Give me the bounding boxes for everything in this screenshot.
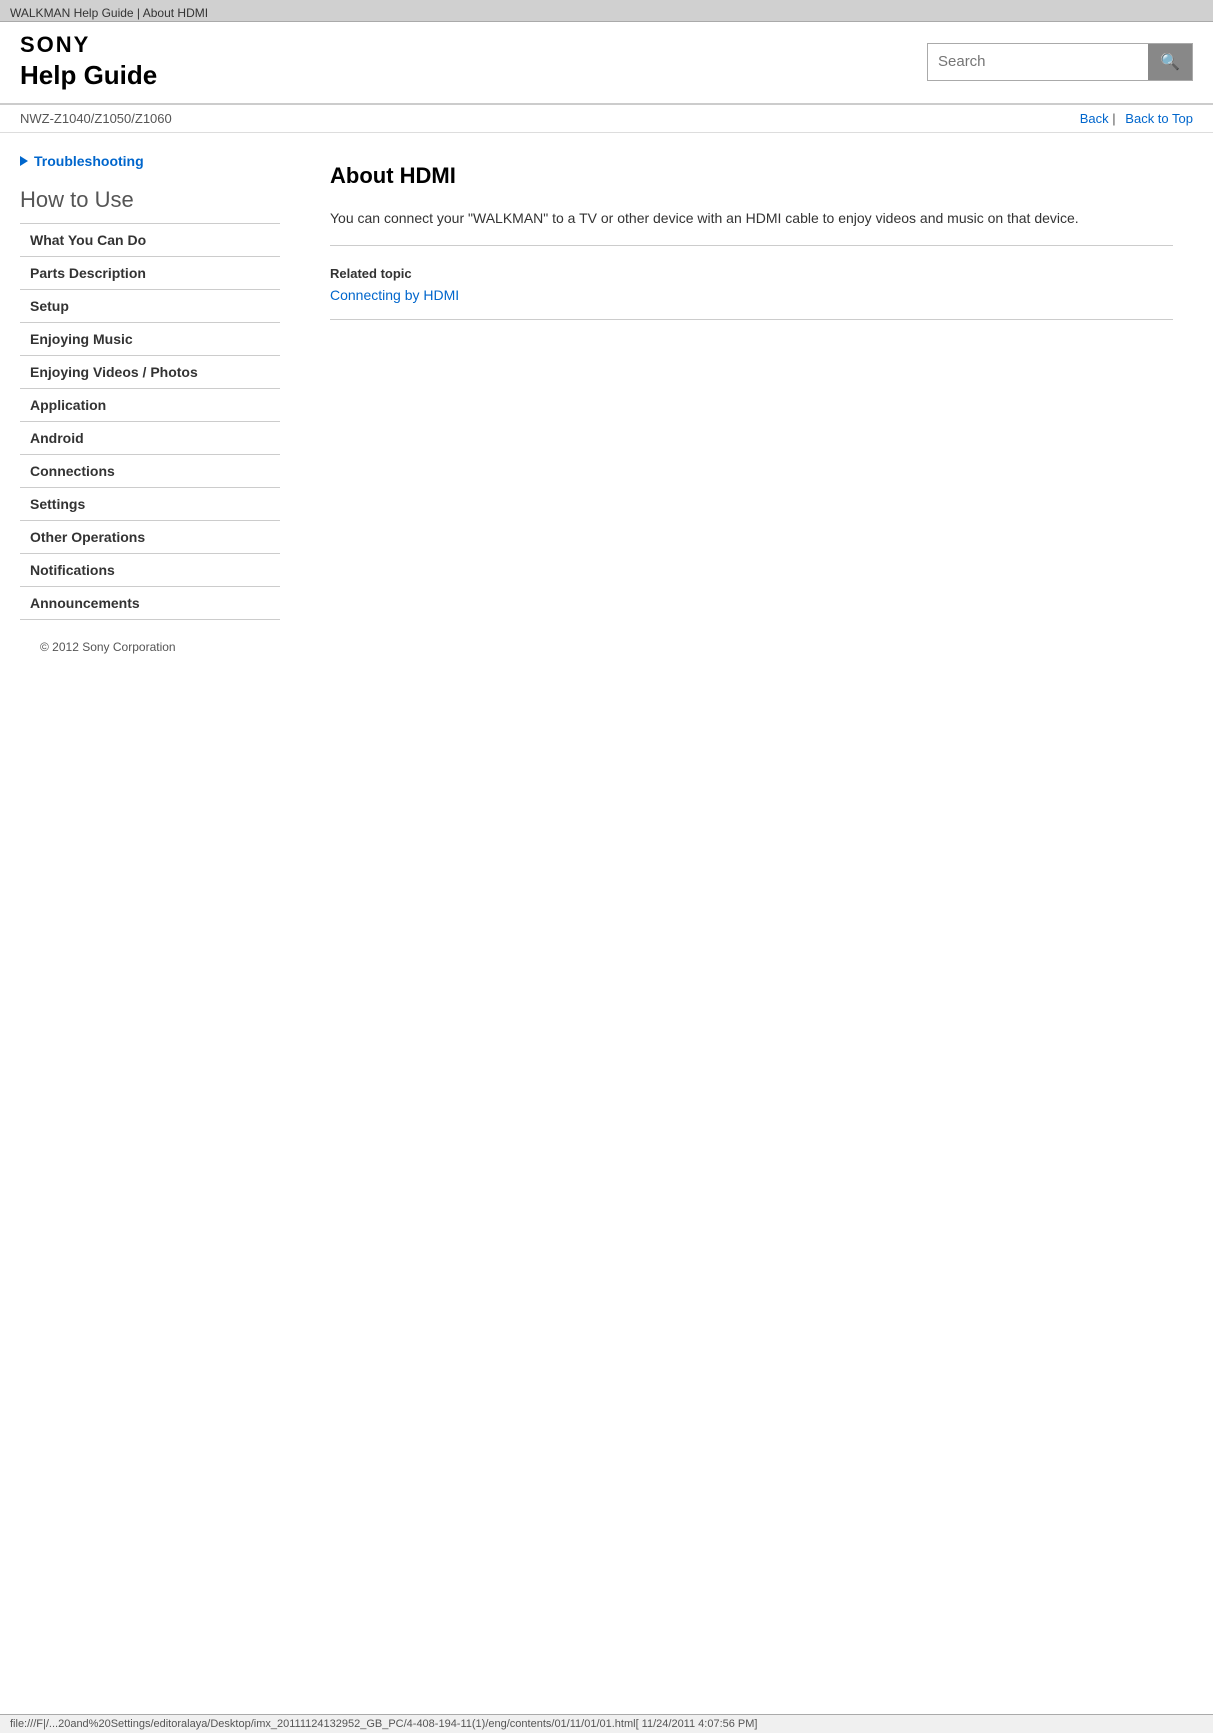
content-paragraph: You can connect your "WALKMAN" to a TV o… [330, 207, 1173, 229]
related-topic-link[interactable]: Connecting by HDMI [330, 287, 459, 303]
sidebar: Troubleshooting How to Use What You Can … [20, 133, 300, 684]
sidebar-link-application[interactable]: Application [30, 397, 270, 413]
sidebar-item-android[interactable]: Android [20, 421, 280, 454]
sidebar-item-application[interactable]: Application [20, 388, 280, 421]
status-bar-text: file:///F|/...20and%20Settings/editorala… [10, 1718, 757, 1730]
browser-tab: WALKMAN Help Guide | About HDMI [0, 0, 1213, 22]
sidebar-item-parts-description[interactable]: Parts Description [20, 256, 280, 289]
sidebar-link-enjoying-music[interactable]: Enjoying Music [30, 331, 270, 347]
content-body: You can connect your "WALKMAN" to a TV o… [330, 207, 1173, 246]
sidebar-item-connections[interactable]: Connections [20, 454, 280, 487]
main-content: About HDMI You can connect your "WALKMAN… [300, 133, 1193, 684]
nav-bar: NWZ-Z1040/Z1050/Z1060 Back | Back to Top [0, 105, 1213, 133]
page-header: SONY Help Guide 🔍 [0, 22, 1213, 105]
help-guide-title: Help Guide [20, 60, 157, 91]
footer: © 2012 Sony Corporation [20, 620, 280, 664]
sidebar-link-connections[interactable]: Connections [30, 463, 270, 479]
search-icon: 🔍 [1160, 52, 1180, 72]
sidebar-link-other-operations[interactable]: Other Operations [30, 529, 270, 545]
troubleshooting-link[interactable]: Troubleshooting [20, 153, 280, 169]
sidebar-link-setup[interactable]: Setup [30, 298, 270, 314]
browser-status-bar: file:///F|/...20and%20Settings/editorala… [0, 1714, 1213, 1733]
sidebar-link-enjoying-videos[interactable]: Enjoying Videos / Photos [30, 364, 270, 380]
sidebar-item-setup[interactable]: Setup [20, 289, 280, 322]
nav-separator: | [1112, 111, 1119, 126]
sony-logo: SONY [20, 32, 157, 58]
model-number: NWZ-Z1040/Z1050/Z1060 [20, 111, 172, 126]
sidebar-item-notifications[interactable]: Notifications [20, 553, 280, 586]
search-button[interactable]: 🔍 [1148, 44, 1192, 80]
search-area: 🔍 [927, 43, 1193, 81]
sidebar-nav: What You Can Do Parts Description Setup … [20, 223, 280, 620]
sidebar-link-announcements[interactable]: Announcements [30, 595, 270, 611]
sidebar-link-what-you-can-do[interactable]: What You Can Do [30, 232, 270, 248]
troubleshooting-label: Troubleshooting [34, 153, 144, 169]
nav-links: Back | Back to Top [1074, 111, 1193, 126]
sidebar-link-android[interactable]: Android [30, 430, 270, 446]
search-input[interactable] [928, 47, 1148, 76]
chevron-icon [20, 156, 28, 166]
copyright: © 2012 Sony Corporation [40, 640, 176, 654]
sidebar-link-parts-description[interactable]: Parts Description [30, 265, 270, 281]
sidebar-item-settings[interactable]: Settings [20, 487, 280, 520]
content-title: About HDMI [330, 163, 1173, 189]
sidebar-item-enjoying-videos[interactable]: Enjoying Videos / Photos [20, 355, 280, 388]
sidebar-link-settings[interactable]: Settings [30, 496, 270, 512]
how-to-use-heading: How to Use [20, 187, 280, 213]
sidebar-item-enjoying-music[interactable]: Enjoying Music [20, 322, 280, 355]
sidebar-link-notifications[interactable]: Notifications [30, 562, 270, 578]
header-branding: SONY Help Guide [20, 32, 157, 91]
main-layout: Troubleshooting How to Use What You Can … [0, 133, 1213, 684]
related-topic-section: Related topic Connecting by HDMI [330, 266, 1173, 320]
back-to-top-link[interactable]: Back to Top [1125, 111, 1193, 126]
tab-title: WALKMAN Help Guide | About HDMI [10, 6, 208, 20]
related-topic-label: Related topic [330, 266, 1173, 281]
back-link[interactable]: Back [1080, 111, 1109, 126]
related-topic-link-container: Connecting by HDMI [330, 287, 1173, 303]
sidebar-item-other-operations[interactable]: Other Operations [20, 520, 280, 553]
sidebar-item-announcements[interactable]: Announcements [20, 586, 280, 620]
sidebar-item-what-you-can-do[interactable]: What You Can Do [20, 223, 280, 256]
